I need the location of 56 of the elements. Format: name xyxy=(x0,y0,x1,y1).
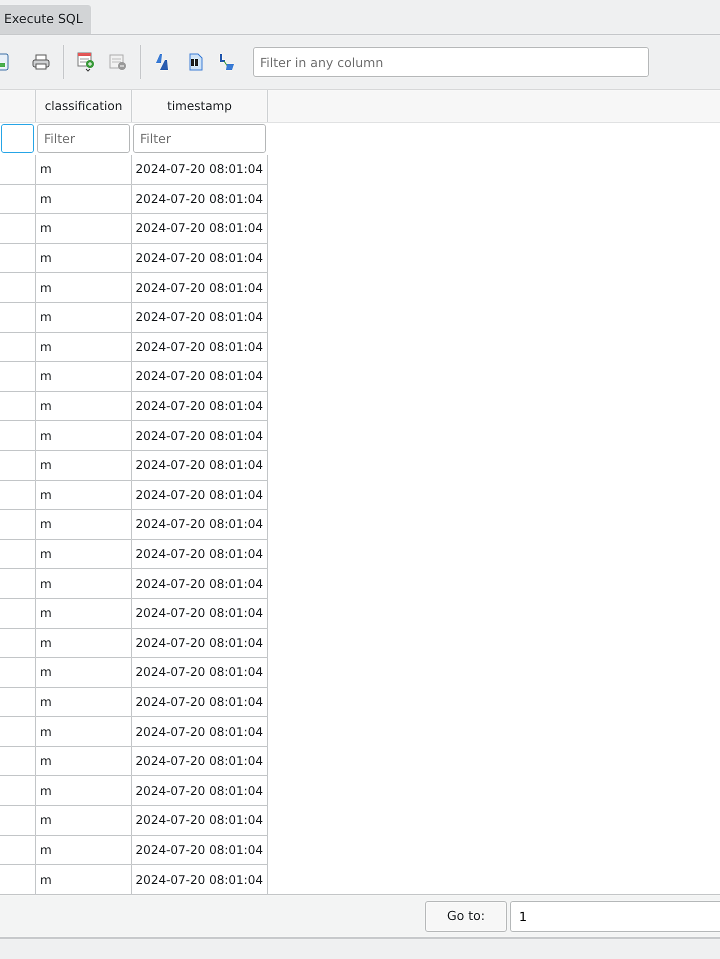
table-cell: m xyxy=(36,688,132,718)
table-cell: m xyxy=(36,510,132,540)
table-cell: 2024-07-20 08:01:04 xyxy=(132,244,268,274)
table-cell: m xyxy=(36,717,132,747)
table-cell: m xyxy=(36,836,132,866)
table-cell: m xyxy=(36,155,132,185)
table-cell: m xyxy=(36,569,132,599)
table-cell: m xyxy=(36,598,132,628)
table-cell: 2024-07-20 08:01:04 xyxy=(132,273,268,303)
table-cell: 2024-07-20 08:01:04 xyxy=(132,362,268,392)
table-cell: 2024-07-20 08:01:04 xyxy=(132,510,268,540)
tab[interactable]: Execute SQL xyxy=(0,5,91,34)
table-cell: m xyxy=(36,273,132,303)
table-cell: 2024-07-20 08:01:04 xyxy=(132,392,268,422)
table-cell: m xyxy=(36,628,132,658)
table-cell: 2024-07-20 08:01:04 xyxy=(132,776,268,806)
table-cell: m xyxy=(36,806,132,836)
table-cell: m xyxy=(36,332,132,362)
table-cell: m xyxy=(36,302,132,333)
table-cell: m xyxy=(36,184,132,214)
table-cell: 2024-07-20 08:01:04 xyxy=(132,836,268,866)
table-cell: 2024-07-20 08:01:04 xyxy=(132,480,268,510)
table-cell: 2024-07-20 08:01:04 xyxy=(132,421,268,451)
table-cell: m xyxy=(36,392,132,422)
table-cell: 2024-07-20 08:01:04 xyxy=(132,332,268,362)
table-cell: m xyxy=(36,746,132,776)
filter-field[interactable]: Filter in any column xyxy=(253,47,649,77)
table-cell: 2024-07-20 08:01:04 xyxy=(132,540,268,570)
table-cell: 2024-07-20 08:01:04 xyxy=(132,155,268,185)
table-cell: 2024-07-20 08:01:04 xyxy=(132,806,268,836)
table-cell: 2024-07-20 08:01:04 xyxy=(132,658,268,688)
table-cell: m xyxy=(36,362,132,392)
table-cell: m xyxy=(36,480,132,510)
filter-field[interactable]: Filter xyxy=(133,124,266,153)
table-cell: 2024-07-20 08:01:04 xyxy=(132,569,268,599)
table-cell: 2024-07-20 08:01:04 xyxy=(132,450,268,481)
column-header[interactable]: timestamp xyxy=(167,97,232,115)
table-cell: m xyxy=(36,244,132,274)
table-cell: m xyxy=(36,540,132,570)
table-cell: m xyxy=(36,214,132,244)
goto-button[interactable]: Go to: xyxy=(425,901,507,932)
table-cell: m xyxy=(36,776,132,806)
table-cell: m xyxy=(36,421,132,451)
table-cell: 2024-07-20 08:01:04 xyxy=(132,302,268,333)
table-cell: 2024-07-20 08:01:04 xyxy=(132,688,268,718)
table-cell: 2024-07-20 08:01:04 xyxy=(132,717,268,747)
table-cell: m xyxy=(36,450,132,481)
filter-field[interactable]: Filter xyxy=(37,124,130,153)
table-cell: m xyxy=(36,658,132,688)
table-cell: 2024-07-20 08:01:04 xyxy=(132,746,268,776)
table-cell: 2024-07-20 08:01:04 xyxy=(132,214,268,244)
page-field[interactable]: 1 xyxy=(510,901,720,932)
table-cell: 2024-07-20 08:01:04 xyxy=(132,184,268,214)
table-cell: 2024-07-20 08:01:04 xyxy=(132,598,268,628)
table-cell: 2024-07-20 08:01:04 xyxy=(132,628,268,658)
column-header[interactable]: classification xyxy=(44,97,122,115)
